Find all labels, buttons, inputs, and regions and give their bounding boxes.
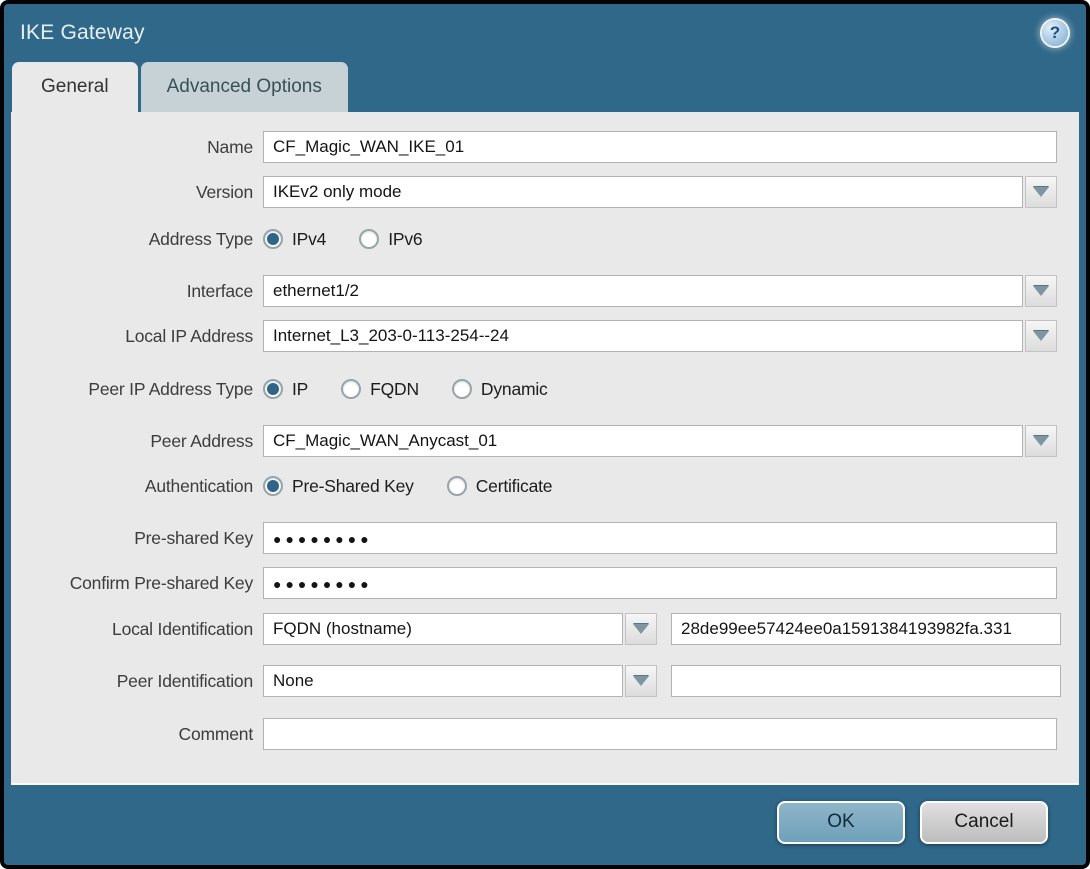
peer-id-value-input[interactable]: [671, 665, 1061, 697]
local-ip-dropdown-button[interactable]: [1025, 320, 1057, 352]
form-row-local-id: Local Identification: [11, 613, 1061, 645]
radio-icon: [263, 476, 283, 496]
radio-certificate[interactable]: Certificate: [446, 475, 553, 497]
tab-general[interactable]: General: [12, 62, 138, 112]
radio-certificate-label: Certificate: [475, 475, 553, 496]
radio-peer-ip-label: IP: [292, 378, 309, 399]
chevron-down-icon: [1033, 286, 1049, 296]
ike-gateway-dialog: IKE Gateway ? General Advanced Options N…: [0, 0, 1090, 869]
radio-ipv4[interactable]: IPv4: [263, 229, 326, 250]
dialog-title: IKE Gateway: [20, 21, 145, 44]
form-row-confirm-psk: Confirm Pre-shared Key: [11, 567, 1057, 599]
radio-pre-shared-key[interactable]: Pre-Shared Key: [263, 476, 414, 497]
tab-advanced-options[interactable]: Advanced Options: [140, 62, 348, 112]
local-id-type-input[interactable]: [263, 613, 623, 645]
peer-address-dropdown-button[interactable]: [1025, 425, 1057, 457]
radio-peer-fqdn-label: FQDN: [370, 378, 419, 399]
interface-label: Interface: [186, 280, 253, 301]
chevron-down-icon: [633, 676, 649, 686]
local-id-type-dropdown-button[interactable]: [625, 613, 657, 645]
radio-icon: [359, 229, 380, 249]
psk-input[interactable]: [263, 522, 1057, 554]
chevron-down-icon: [1033, 187, 1049, 197]
tab-general-label: General: [41, 76, 109, 97]
name-input[interactable]: [263, 131, 1057, 163]
radio-pre-shared-key-label: Pre-Shared Key: [292, 475, 414, 496]
local-ip-input[interactable]: [263, 320, 1023, 352]
form-row-name: Name: [11, 131, 1057, 163]
radio-icon: [263, 379, 283, 399]
version-label: Version: [196, 181, 253, 202]
peer-address-label: Peer Address: [150, 430, 253, 451]
tab-advanced-options-label: Advanced Options: [166, 76, 322, 97]
interface-input[interactable]: [263, 275, 1023, 307]
peer-id-type-input[interactable]: [263, 665, 623, 697]
radio-ipv6[interactable]: IPv6: [359, 228, 423, 250]
title-bar: IKE Gateway ?: [4, 4, 1086, 62]
local-id-value-input[interactable]: [671, 613, 1061, 645]
interface-dropdown-button[interactable]: [1025, 275, 1057, 307]
form-row-comment: Comment: [11, 718, 1057, 750]
form-row-authentication: Authentication Pre-Shared Key Certificat…: [11, 471, 1057, 501]
form-row-peer-type: Peer IP Address Type IP FQDN Dynamic: [11, 374, 1057, 404]
radio-icon: [263, 229, 283, 249]
dialog-footer: OK Cancel: [4, 785, 1086, 865]
peer-id-label: Peer Identification: [116, 670, 253, 691]
general-tab-panel: Name Version Address Type IPv4 IPv6: [11, 112, 1079, 785]
form-row-local-ip: Local IP Address: [11, 320, 1057, 352]
authentication-label: Authentication: [144, 475, 253, 496]
chevron-down-icon: [1033, 331, 1049, 341]
radio-peer-ip[interactable]: IP: [263, 379, 308, 400]
radio-icon: [446, 476, 467, 496]
radio-icon: [341, 379, 362, 399]
comment-input[interactable]: [263, 718, 1057, 750]
version-dropdown-button[interactable]: [1025, 176, 1057, 208]
ok-button[interactable]: OK: [777, 800, 905, 844]
radio-peer-dynamic[interactable]: Dynamic: [451, 378, 548, 400]
radio-ipv6-label: IPv6: [388, 228, 423, 249]
cancel-button[interactable]: Cancel: [920, 800, 1048, 844]
form-row-address-type: Address Type IPv4 IPv6: [11, 224, 1057, 254]
address-type-label: Address Type: [148, 228, 253, 249]
help-icon[interactable]: ?: [1042, 20, 1068, 46]
form-row-peer-address: Peer Address: [11, 425, 1057, 457]
tab-bar: General Advanced Options: [4, 62, 1086, 112]
chevron-down-icon: [1033, 436, 1049, 446]
version-input[interactable]: [263, 176, 1023, 208]
radio-peer-dynamic-label: Dynamic: [480, 378, 548, 399]
form-row-version: Version: [11, 176, 1057, 208]
psk-label: Pre-shared Key: [134, 527, 253, 548]
peer-type-label: Peer IP Address Type: [88, 378, 253, 399]
comment-label: Comment: [178, 723, 254, 744]
form-row-interface: Interface: [11, 275, 1057, 307]
form-row-peer-id: Peer Identification: [11, 665, 1061, 697]
confirm-psk-label: Confirm Pre-shared Key: [69, 572, 254, 593]
confirm-psk-input[interactable]: [263, 567, 1057, 599]
peer-id-type-dropdown-button[interactable]: [625, 665, 657, 697]
radio-icon: [451, 379, 472, 399]
radio-peer-fqdn[interactable]: FQDN: [341, 379, 419, 400]
peer-address-input[interactable]: [263, 425, 1023, 457]
local-id-label: Local Identification: [112, 618, 253, 639]
name-label: Name: [207, 136, 253, 157]
radio-ipv4-label: IPv4: [292, 228, 327, 249]
local-ip-label: Local IP Address: [125, 325, 253, 346]
form-row-psk: Pre-shared Key: [11, 522, 1057, 554]
chevron-down-icon: [633, 624, 649, 634]
